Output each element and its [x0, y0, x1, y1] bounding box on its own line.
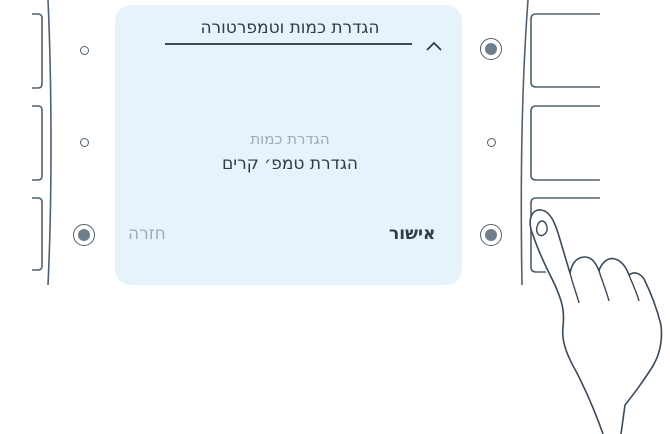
right-bottom-indicator-active[interactable] [480, 224, 502, 246]
chevron-up-icon[interactable] [424, 38, 444, 54]
left-side-buttons [32, 13, 43, 271]
confirm-soft-key-label[interactable]: אישור [389, 224, 435, 244]
title-underline [165, 43, 412, 45]
left-middle-indicator [80, 138, 89, 147]
left-top-indicator [80, 46, 89, 55]
back-soft-key-label[interactable]: חזרה [128, 224, 166, 244]
control-panel: הגדרת כמות וטמפרטורה הגדרת כמות הגדרת טמ… [0, 0, 670, 434]
menu-option-cold-temp[interactable]: הגדרת טמפ׳ קרים [165, 154, 415, 174]
right-top-indicator-active[interactable] [480, 38, 502, 60]
menu-option-quantity[interactable]: הגדרת כמות [165, 130, 415, 148]
right-middle-indicator [487, 138, 496, 147]
menu-title: הגדרת כמות וטמפרטורה [200, 18, 380, 38]
hand-pointer-icon [529, 209, 663, 434]
left-bottom-indicator-active[interactable] [73, 224, 95, 246]
